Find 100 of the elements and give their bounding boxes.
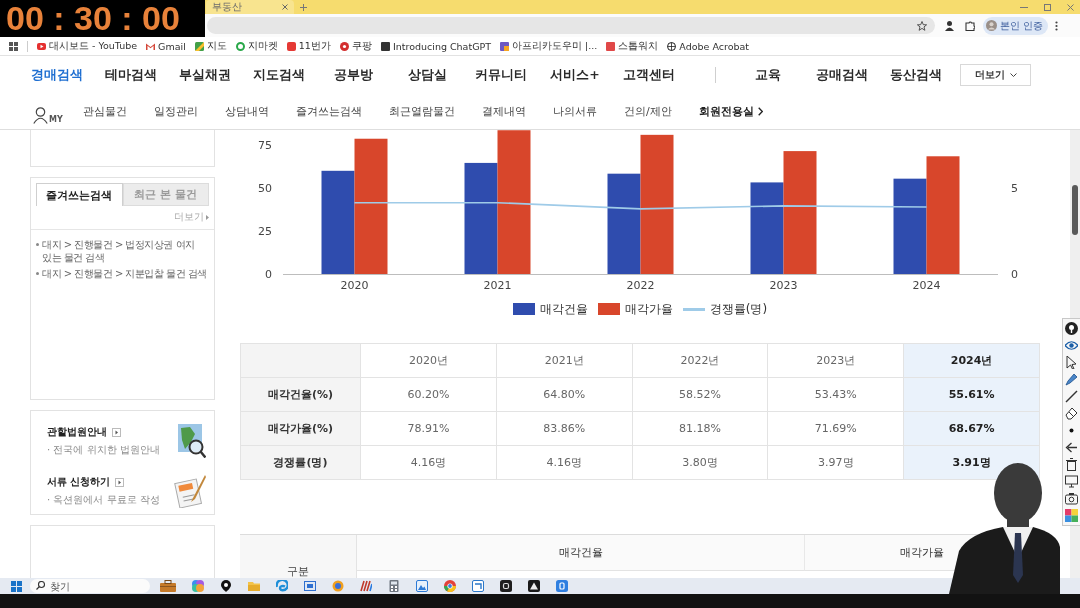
close-icon[interactable] [1067,3,1074,11]
bookmark-link[interactable]: Introducing ChatGPT [380,40,492,52]
browser-tab[interactable]: 부동산 [206,0,294,14]
scrollbar-thumb[interactable] [1072,185,1078,235]
location-pin-icon[interactable] [220,580,232,592]
minimize-icon[interactable] [1020,6,1028,8]
member-menu-link[interactable]: 즐겨쓰는검색 [296,104,362,119]
arrow-icon[interactable] [1065,441,1078,454]
search-field[interactable]: 찾기 [30,579,150,593]
bullet-icon [36,243,39,246]
calculator-icon[interactable] [388,580,400,592]
nav-link[interactable]: 테마검색 [94,66,168,84]
swirl-icon[interactable] [276,580,288,592]
table-row-header: 경쟁률(명) [240,445,361,480]
profile-button[interactable]: 본인 인증 [983,16,1049,35]
bookmark-link[interactable]: 지도 [194,39,227,53]
square-icon [606,41,616,51]
table-cell: 58.52% [632,377,768,412]
new-tab-button[interactable] [300,1,307,14]
bookmark-link[interactable]: 대시보드 - YouTube [37,39,138,53]
table-row-header: 구분 [240,535,357,578]
bookmark-link[interactable]: 지마켓 [235,39,278,53]
briefcase-icon[interactable] [160,580,176,592]
apps-grid-icon[interactable] [9,41,18,51]
bookmark-link[interactable]: 아프리카도우미 |... [500,39,598,53]
stripes-icon[interactable] [360,580,372,592]
circle-icon[interactable] [332,580,344,592]
nav-link[interactable]: 부실채권 [168,66,242,84]
table-header-cell: 2020년 [360,343,497,378]
nav-link[interactable]: 공부방 [316,66,390,84]
member-menu-link[interactable]: 일정관리 [154,104,198,119]
maximize-icon[interactable] [1044,3,1051,11]
close-icon[interactable] [282,4,288,10]
nav-link[interactable]: 교육 [731,66,805,84]
nav-link[interactable]: 동산검색 [879,66,953,84]
document-pen-icon [174,474,206,508]
star-icon[interactable] [917,20,927,31]
eye-icon[interactable] [1065,339,1078,352]
axis-category-label: 2021 [483,279,512,292]
extensions-button[interactable] [965,20,975,31]
nav-link[interactable]: 고객센터 [612,66,686,84]
sidebar-tab[interactable]: 즐겨쓰는검색 [36,183,123,206]
service-link[interactable]: 서류 신청하기 [47,475,111,489]
table-row-header: 매각건율(%) [240,377,361,412]
address-field[interactable] [207,17,935,34]
my-page-button[interactable]: MY [33,99,61,124]
saved-search-link[interactable]: 대지 > 진행물건 > 법정지상권 여지 있는 물건 검색 [42,238,209,264]
table-row-header: 매각가율(%) [240,411,361,446]
eraser-icon[interactable] [1065,407,1078,420]
member-menu-link[interactable]: 최근열람물건 [389,104,455,119]
bookmark-link[interactable]: 쿠팡 [339,39,372,53]
saved-search-link[interactable]: 대지 > 진행물건 > 지분입찰 물건 검색 [42,267,209,280]
picture-icon[interactable] [416,580,428,592]
member-menu-link[interactable]: 관심물건 [83,104,127,119]
camera-icon[interactable] [1065,492,1078,505]
arrow-box-icon[interactable] [112,427,121,437]
bookmark-link[interactable]: 11번가 [286,39,331,53]
nav-link[interactable]: 상담실 [390,66,464,84]
countdown-timer: 00 : 30 : 00 [0,0,205,37]
table-cell: 55.61% [903,377,1040,412]
square-icon [500,41,510,51]
avatar-icon [986,20,997,31]
trash-icon[interactable] [1065,458,1078,471]
window-icon[interactable] [304,580,316,592]
service-link[interactable]: 관할법원안내 [47,425,107,439]
square-icon[interactable] [500,580,512,592]
line-icon[interactable] [1065,390,1078,403]
window-icon[interactable] [472,580,484,592]
table-cell: 3.97명 [767,445,904,480]
profile-extension-button[interactable] [945,20,954,31]
member-menu-link[interactable]: 상담내역 [225,104,269,119]
color-swatch-icon[interactable] [1065,509,1078,522]
mail-icon [146,41,156,51]
bookmark-link[interactable]: Gmail [146,40,186,52]
marker-icon[interactable] [1065,373,1078,386]
petals-icon[interactable] [192,580,204,592]
table-cell: 78.91% [360,411,497,446]
nav-link[interactable]: 지도검색 [242,66,316,84]
nav-link[interactable]: 서비스+ [538,66,612,84]
arrow-box-icon[interactable] [115,477,125,487]
monitor-icon[interactable] [1065,475,1078,488]
member-room-link[interactable]: 회원전용실 [698,104,763,119]
windows-logo-icon[interactable] [11,580,22,592]
pin-icon[interactable] [1065,322,1078,335]
bookmark-link[interactable]: Adobe Acrobat [667,40,750,52]
member-menu-link[interactable]: 나의서류 [553,104,597,119]
nav-link[interactable]: 커뮤니티 [464,66,538,84]
legend-label: 매각건율 [539,300,588,318]
square-icon [286,41,296,51]
browser-menu-button[interactable] [1055,20,1059,31]
browser-icon[interactable] [444,580,456,592]
cursor-icon[interactable] [1065,356,1078,369]
nav-link[interactable]: 공매검색 [805,66,879,84]
triangle-icon[interactable] [528,580,540,592]
member-menu-link[interactable]: 결제내역 [482,104,526,119]
table-cell: 53.43% [767,377,904,412]
more-button[interactable]: 더보기 [960,64,1031,86]
member-menu-link[interactable]: 건의/제안 [624,104,672,119]
bookmark-link[interactable]: 스톱워치 [606,39,659,53]
nav-link[interactable]: 경매검색 [20,66,94,84]
